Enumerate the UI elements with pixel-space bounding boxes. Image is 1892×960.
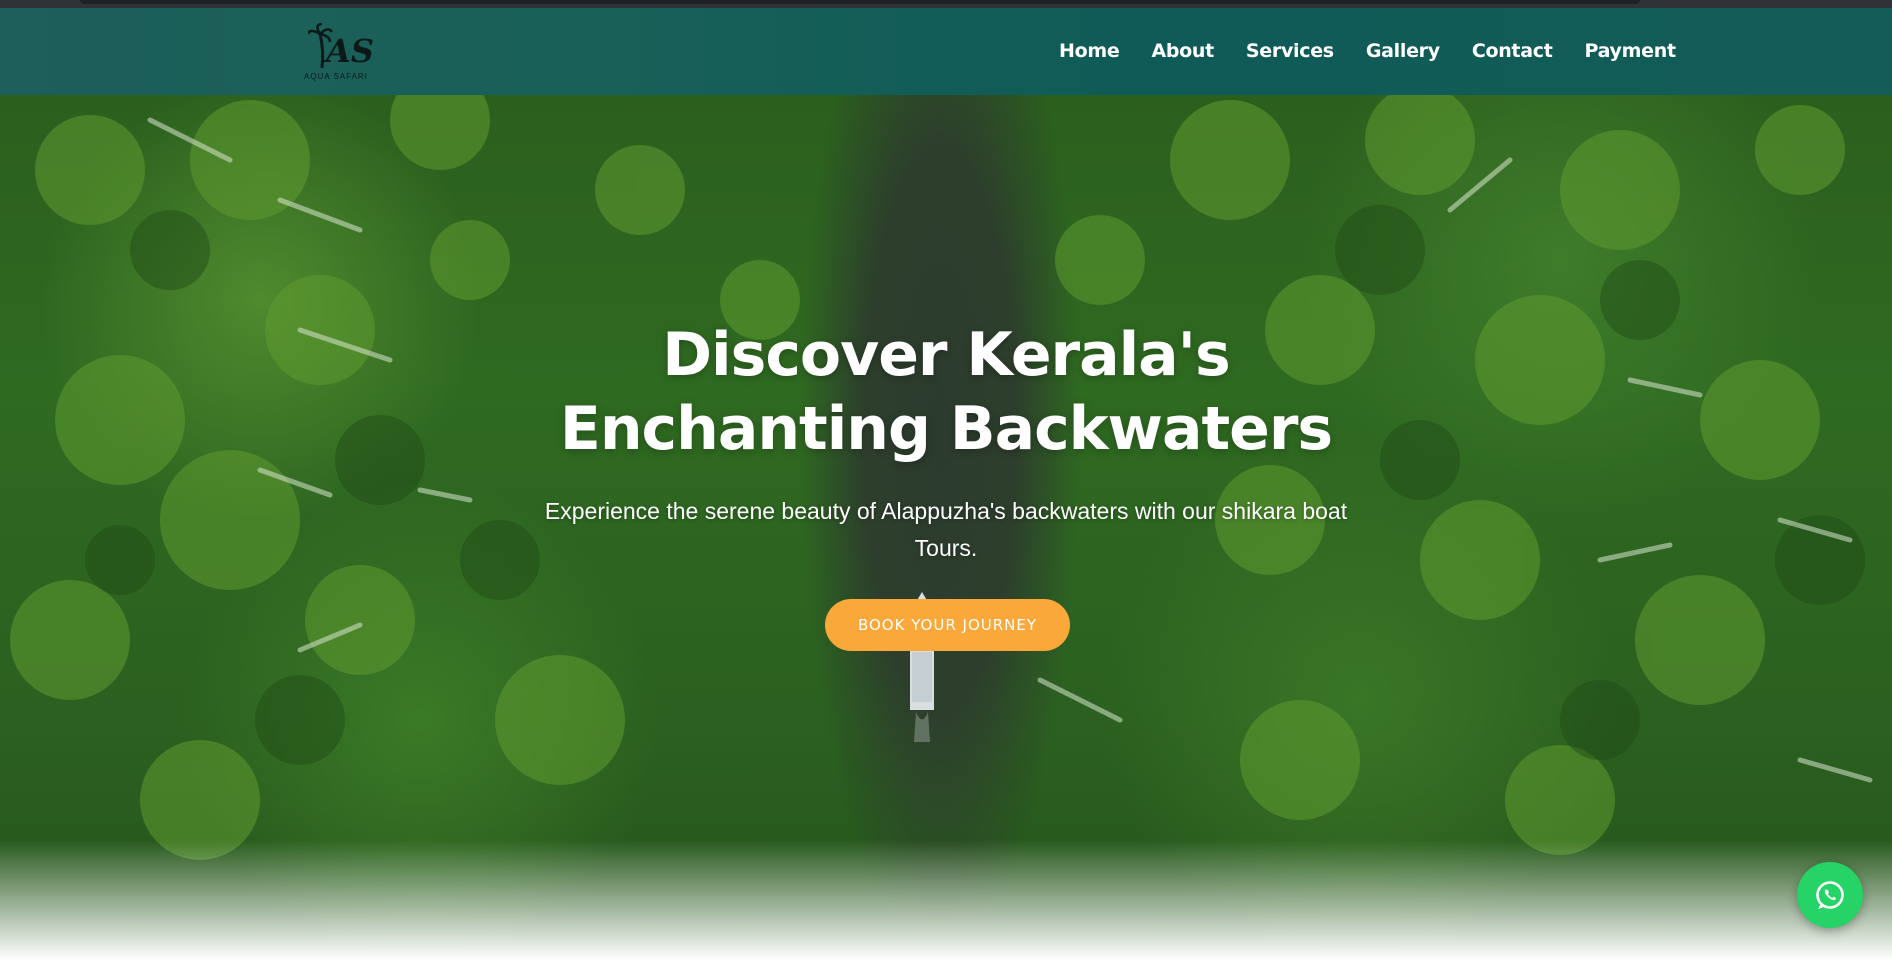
navbar: AS AQUA SAFARI Home About Services Galle… <box>0 8 1892 95</box>
bottom-fade <box>0 840 1892 960</box>
whatsapp-icon <box>1816 881 1844 909</box>
palm-foliage-decor <box>10 70 1873 860</box>
hero-title-line2: Enchanting Backwaters <box>559 394 1333 464</box>
book-journey-button[interactable]: BOOK YOUR JOURNEY <box>825 599 1070 651</box>
whatsapp-button[interactable] <box>1797 862 1863 928</box>
hero-background <box>0 0 1892 960</box>
logo-caption: AQUA SAFARI <box>304 72 368 81</box>
hero-title-line1: Discover Kerala's <box>662 320 1231 390</box>
brand-logo[interactable]: AS AQUA SAFARI <box>300 22 374 84</box>
main-nav: Home About Services Gallery Contact Paym… <box>1059 40 1708 62</box>
nav-about[interactable]: About <box>1151 40 1214 62</box>
browser-top-strip <box>0 0 1892 8</box>
logo-text: AS <box>326 32 374 70</box>
nav-payment[interactable]: Payment <box>1585 40 1677 62</box>
nav-contact[interactable]: Contact <box>1472 40 1553 62</box>
hero-title: Discover Kerala's Enchanting Backwaters <box>446 318 1446 466</box>
nav-home[interactable]: Home <box>1059 40 1120 62</box>
hero-subtitle: Experience the serene beauty of Alappuzh… <box>544 498 1348 561</box>
nav-gallery[interactable]: Gallery <box>1366 40 1440 62</box>
nav-services[interactable]: Services <box>1246 40 1334 62</box>
